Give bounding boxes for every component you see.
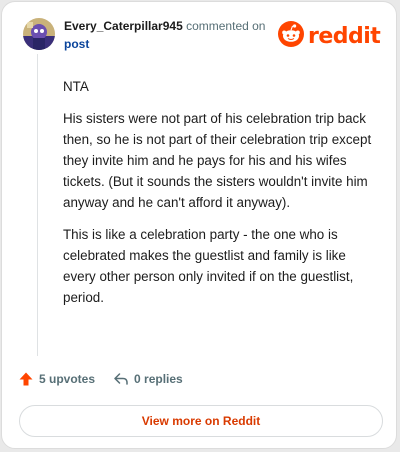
upvote-count: 5 upvotes: [39, 372, 96, 386]
avatar[interactable]: [23, 18, 55, 50]
reddit-logo[interactable]: reddit: [278, 21, 381, 52]
reply-arrow-icon: [113, 371, 129, 387]
comment-paragraph: His sisters were not part of his celebra…: [63, 111, 372, 210]
embedded-comment-card: Every_Caterpillar945 commented on post r…: [1, 1, 397, 449]
thread-line: [37, 54, 38, 356]
post-link[interactable]: post: [64, 37, 89, 51]
comment-paragraph: This is like a celebration party - the o…: [63, 227, 354, 305]
view-more-on-reddit-button[interactable]: View more on Reddit: [19, 405, 383, 437]
author-name[interactable]: Every_Caterpillar945: [64, 19, 183, 33]
comment-actions: 5 upvotes 0 replies: [18, 371, 183, 387]
comment-body: NTA His sisters were not part of his cel…: [63, 76, 381, 319]
comment-header: Every_Caterpillar945 commented on: [64, 19, 265, 33]
upvote-button[interactable]: 5 upvotes: [18, 371, 95, 387]
reply-count: 0 replies: [134, 372, 183, 386]
comment-paragraph: NTA: [63, 79, 89, 94]
upvote-arrow-icon[interactable]: [18, 371, 34, 387]
reddit-wordmark: reddit: [308, 23, 381, 49]
reply-button[interactable]: 0 replies: [113, 371, 183, 387]
reddit-alien-icon: [278, 21, 304, 52]
commented-on-text: commented on: [186, 19, 266, 33]
